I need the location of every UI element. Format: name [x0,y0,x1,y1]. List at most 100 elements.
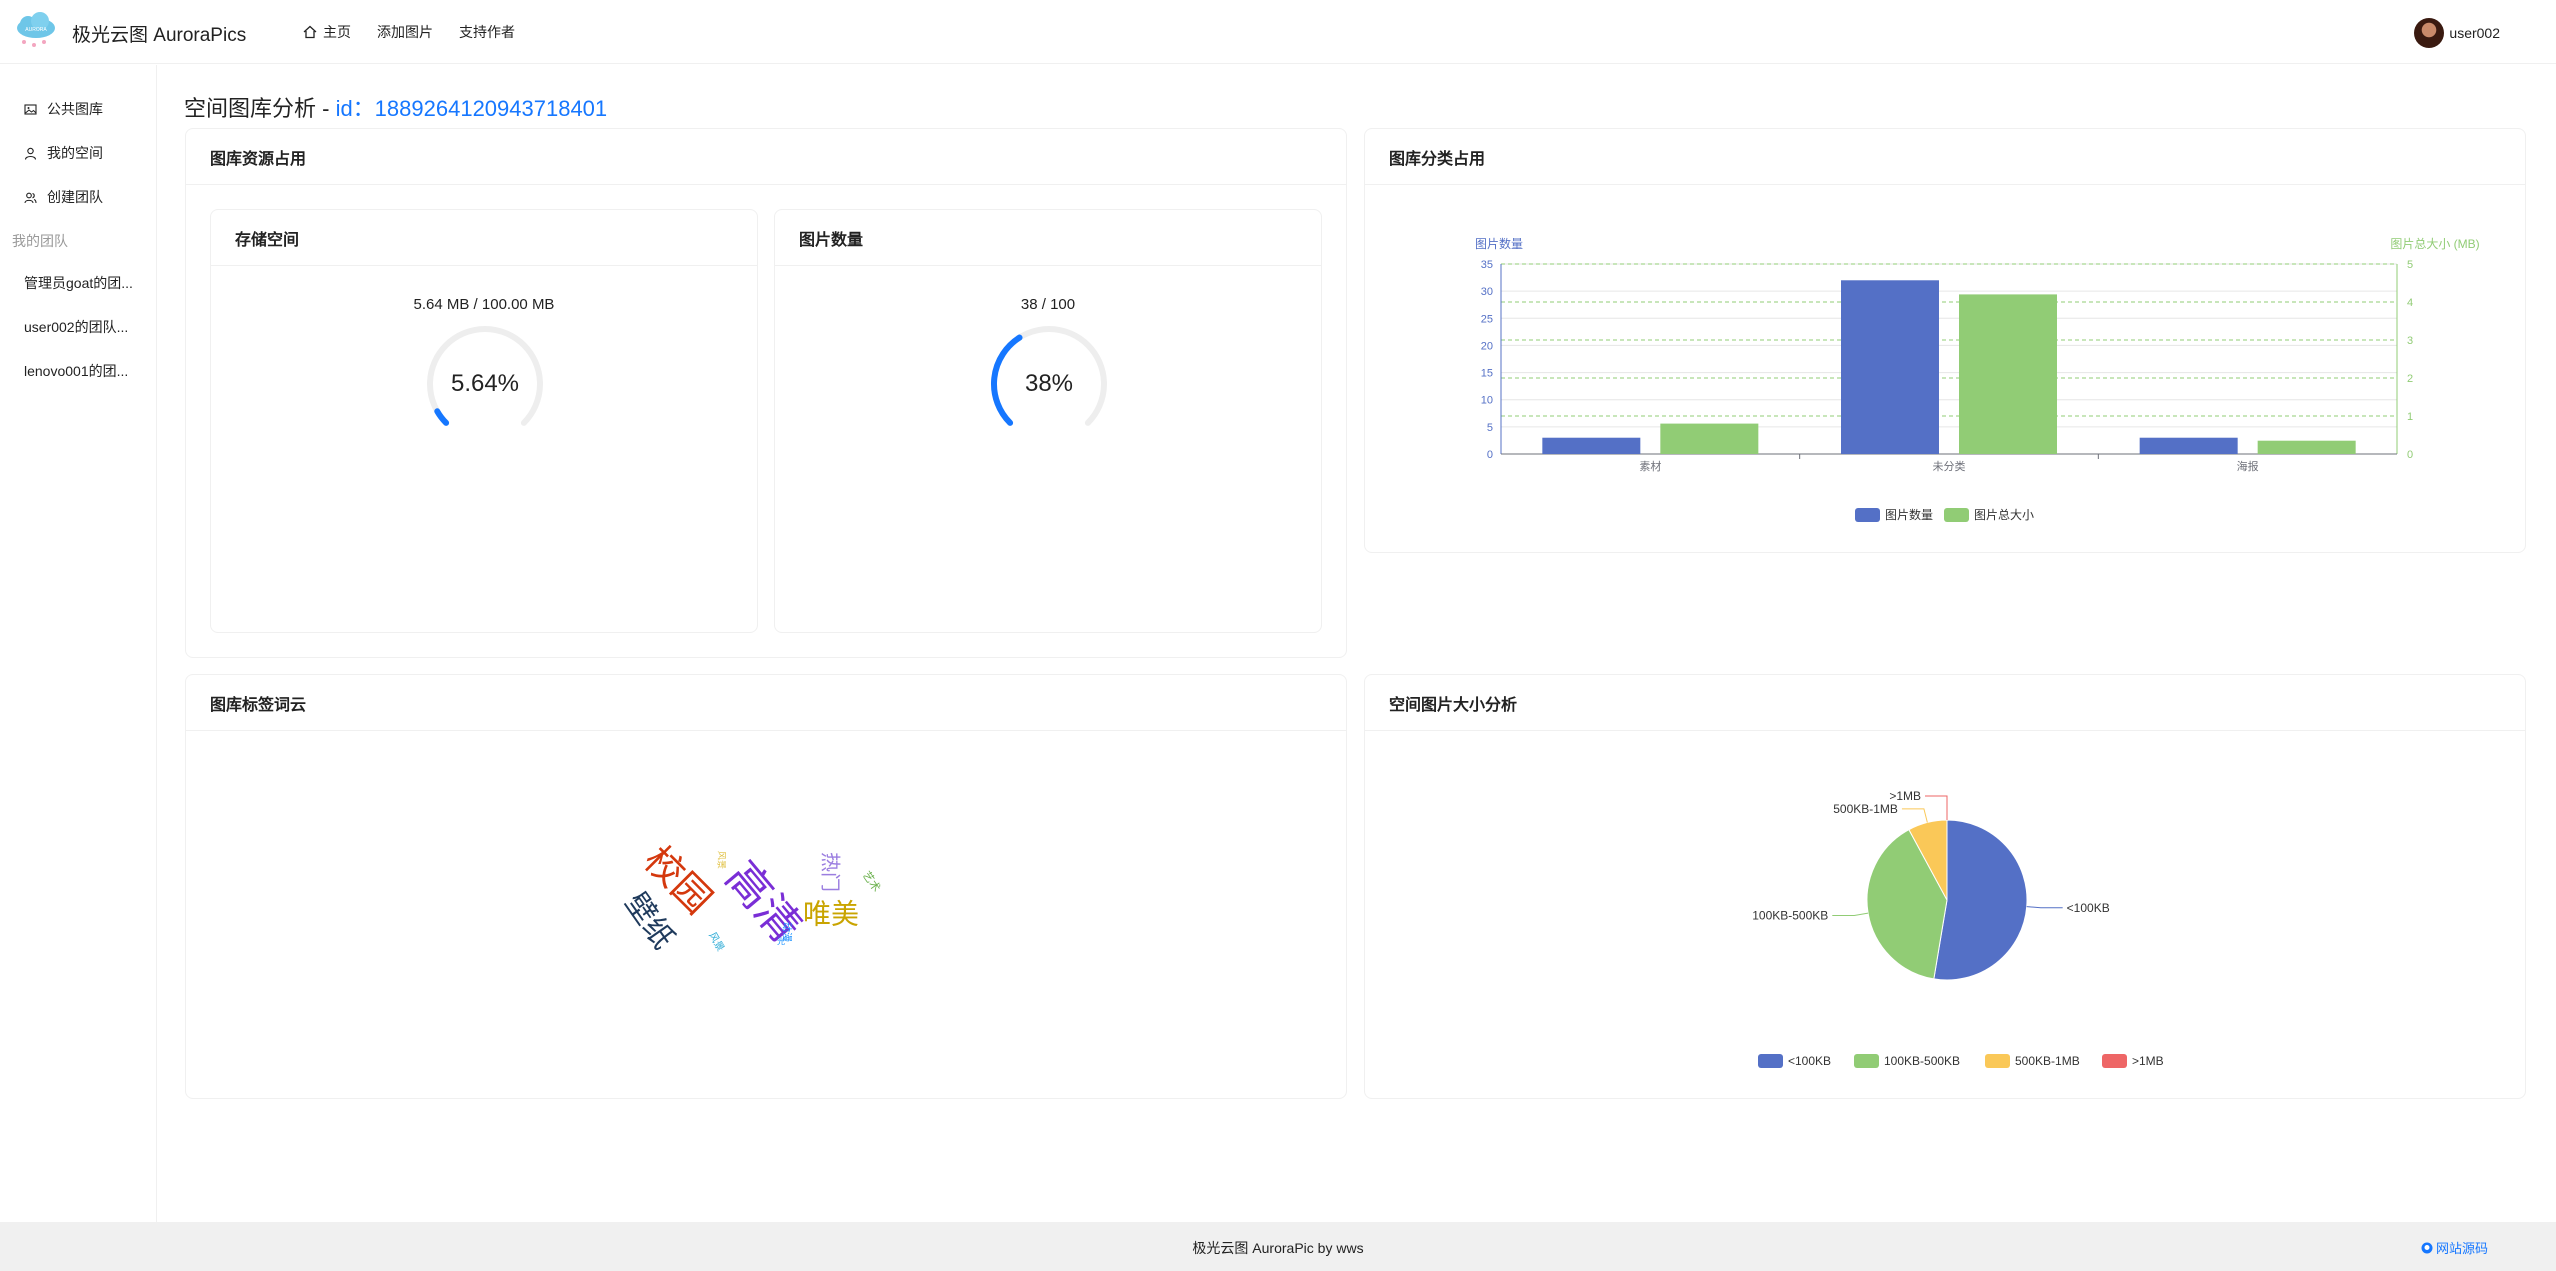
bar-count [1841,280,1939,454]
y-tick-label-right: 4 [2407,297,2413,309]
storage-gauge: 5.64% [425,324,545,444]
pie-label: 100KB-500KB [1752,908,1828,922]
category-usage-card: 图库分类占用 图片数量 图片总大小 (MB) 0 5 10 15 20 25 30 35 0 1 2 3 4… [1364,128,2526,553]
home-icon [303,25,317,39]
sidebar-item-public-gallery[interactable]: 公共图库 [0,89,156,129]
bar-size [1660,423,1759,454]
y-tick-label-right: 2 [2407,373,2413,385]
x-tick-label: 未分类 [1933,459,1966,473]
my-teams-group-label: 我的团队 [12,233,68,249]
word-cloud-tag: 热门 [819,852,842,892]
y-tick-label: 0 [1487,449,1493,461]
github-icon [2421,1242,2433,1253]
sidebar-item-label: 我的空间 [47,145,103,161]
size-analysis-card: 空间图片大小分析 <100KB 100KB-500KB 500KB-1MB >1MB <… [1364,674,2526,1099]
sidebar: 公共图库 我的空间 创建团队 我的团队 管理员goat的团... user002… [0,65,157,1222]
pie-leader [1832,912,1869,916]
sidebar-item-team[interactable]: user002的团队... [0,307,156,347]
brand-title[interactable]: 极光云图 AuroraPics [72,20,246,47]
legend-label: 图片数量 [1885,507,1933,522]
word-cloud-tag: 唯美 [803,898,859,929]
y-tick-label: 30 [1481,286,1493,298]
card-title: 图库分类占用 [1365,129,2525,185]
x-tick-label: 素材 [1639,459,1661,473]
x-tick-label: 海报 [2237,459,2259,473]
y-tick-label: 5 [1487,422,1493,434]
legend-swatch [1854,1054,1879,1068]
footer-text: 极光云图 AuroraPic by wws [1192,1240,1364,1256]
pie-label: >1MB [1889,789,1921,803]
nav-add-picture[interactable]: 添加图片 [364,0,446,64]
sidebar-item-create-team[interactable]: 创建团队 [0,177,156,217]
legend-swatch [1944,508,1969,522]
sidebar-item-team[interactable]: 管理员goat的团... [0,263,156,303]
svg-text:AURORA: AURORA [25,27,47,33]
team-icon [24,192,37,203]
category-bar-chart: 图片数量 图片总大小 (MB) 0 5 10 15 20 25 30 35 0 1 2 3 4 5 素材 未分类 海… [1475,236,2480,522]
tag-cloud-card: 图库标签词云 高清 校园 壁纸 唯美 热门 艺术 动漫 风景 风景光 [185,674,1347,1099]
pie-label: <100KB [2067,901,2110,915]
page-title-text: 空间图库分析 - [184,96,336,121]
sidebar-item-team[interactable]: lenovo001的团... [0,351,156,391]
storage-card: 存储空间 5.64 MB / 100.00 MB 5.64% [210,209,758,633]
top-header: AURORA 极光云图 AuroraPics 主页 添加图片 支持作者 user… [0,0,2556,64]
pie-leader [2026,906,2063,909]
count-percent: 38% [1024,370,1074,397]
legend-label: >1MB [2132,1054,2164,1068]
card-title: 图库标签词云 [186,675,1346,731]
y-tick-label-right: 0 [2407,449,2413,461]
y-tick-label-right: 1 [2407,411,2413,423]
legend-swatch [1758,1054,1783,1068]
word-cloud-tag: 艺术 [860,869,883,894]
nav-home-label: 主页 [323,24,351,40]
username[interactable]: user002 [2449,25,2500,41]
y-axis-title: 图片数量 [1475,236,1523,251]
y-tick-label: 35 [1481,259,1493,271]
user-icon [24,147,37,160]
bar-size [2257,440,2356,454]
nav-support-label: 支持作者 [459,24,515,40]
storage-usage-text: 5.64 MB / 100.00 MB [413,296,555,313]
y-axis-right-title: 图片总大小 (MB) [2390,237,2479,251]
pie-leader [1901,808,1928,823]
legend-swatch [1855,508,1880,522]
source-code-link[interactable]: 网站源码 [2421,1238,2488,1257]
card-title: 空间图片大小分析 [1365,675,2525,731]
resource-usage-card: 图库资源占用 存储空间 5.64 MB / 100.00 MB 5.64% 图片… [185,128,1347,658]
legend-swatch [2102,1054,2127,1068]
source-code-link-label: 网站源码 [2435,1241,2488,1256]
card-title: 图库资源占用 [186,129,1346,185]
sidebar-item-label: 公共图库 [47,101,103,117]
bar-size [1959,294,2057,454]
nav-add-picture-label: 添加图片 [377,24,433,40]
storage-percent: 5.64% [450,370,520,397]
nav-home[interactable]: 主页 [290,0,364,64]
count-usage-text: 38 / 100 [1020,296,1076,313]
legend-label: <100KB [1788,1054,1831,1068]
card-title: 图片数量 [775,210,1321,266]
space-id: id：1889264120943718401 [335,96,608,121]
word-cloud-tag: 风景 [717,851,727,869]
y-tick-label: 20 [1481,340,1493,352]
nav-support-author[interactable]: 支持作者 [446,0,528,64]
pie-leader [1925,795,1948,820]
page-title: 空间图库分析 - id：1889264120943718401 [184,91,607,123]
cloud-logo-icon[interactable]: AURORA [14,12,58,48]
count-gauge: 38% [989,324,1109,444]
legend-label: 500KB-1MB [2015,1054,2080,1068]
legend-label: 100KB-500KB [1884,1054,1960,1068]
bar-count [2139,437,2238,454]
picture-icon [24,103,37,115]
bar-count [1542,437,1641,454]
footer: 极光云图 AuroraPic by wws 网站源码 [0,1222,2556,1271]
user-menu[interactable]: user002 [2414,18,2500,48]
y-tick-label: 25 [1481,313,1493,325]
word-cloud-tag: 风景 [706,930,726,953]
y-tick-label: 10 [1481,395,1493,407]
size-pie-chart: <100KB 100KB-500KB 500KB-1MB >1MB <100KB 100K… [1752,789,2164,1068]
y-tick-label-right: 3 [2407,335,2413,347]
avatar[interactable] [2414,18,2445,48]
sidebar-item-my-space[interactable]: 我的空间 [0,133,156,173]
legend-label: 图片总大小 [1974,508,2034,522]
word-cloud-tag: 光 [777,936,785,946]
